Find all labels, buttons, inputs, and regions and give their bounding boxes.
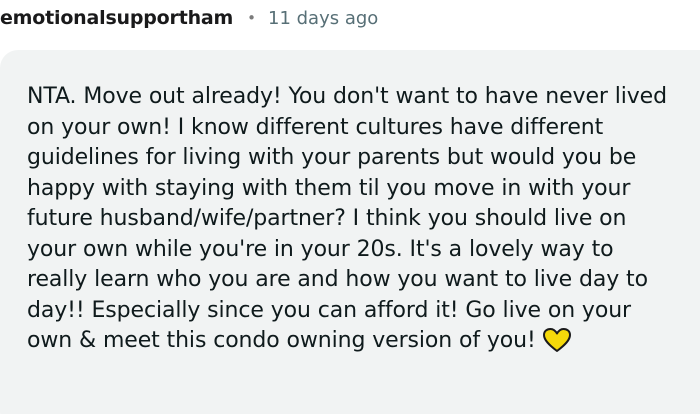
separator-dot: • [247,9,256,27]
comment-body-line-text: own & meet this condo owning version of … [27,328,536,353]
comment-body-line: future husband/wife/partner? I think you… [27,206,627,231]
username-link[interactable]: emotionalsupportham [0,7,233,29]
comment: emotionalsupportham • 11 days ago NTA. M… [0,0,700,414]
yellow-heart-icon [542,328,571,352]
comment-body-line: day!! Especially since you can afford it… [27,297,631,323]
comment-body-line: NTA. Move out already! You don't want to… [27,84,667,109]
comment-header: emotionalsupportham • 11 days ago [0,4,378,32]
comment-body-line: on your own! I know different cultures h… [27,114,604,140]
comment-body-line: your own while you're in your 20s. It's … [27,236,614,262]
comment-body-line: happy with staying with them til you mov… [27,175,631,201]
comment-body-line: really learn who you are and how you wan… [27,267,648,292]
comment-body-line: guidelines for living with your parents … [27,145,637,170]
comment-body: NTA. Move out already! You don't want to… [27,82,687,357]
comment-body-last-line: own & meet this condo owning version of … [27,326,687,357]
timestamp[interactable]: 11 days ago [268,8,378,29]
